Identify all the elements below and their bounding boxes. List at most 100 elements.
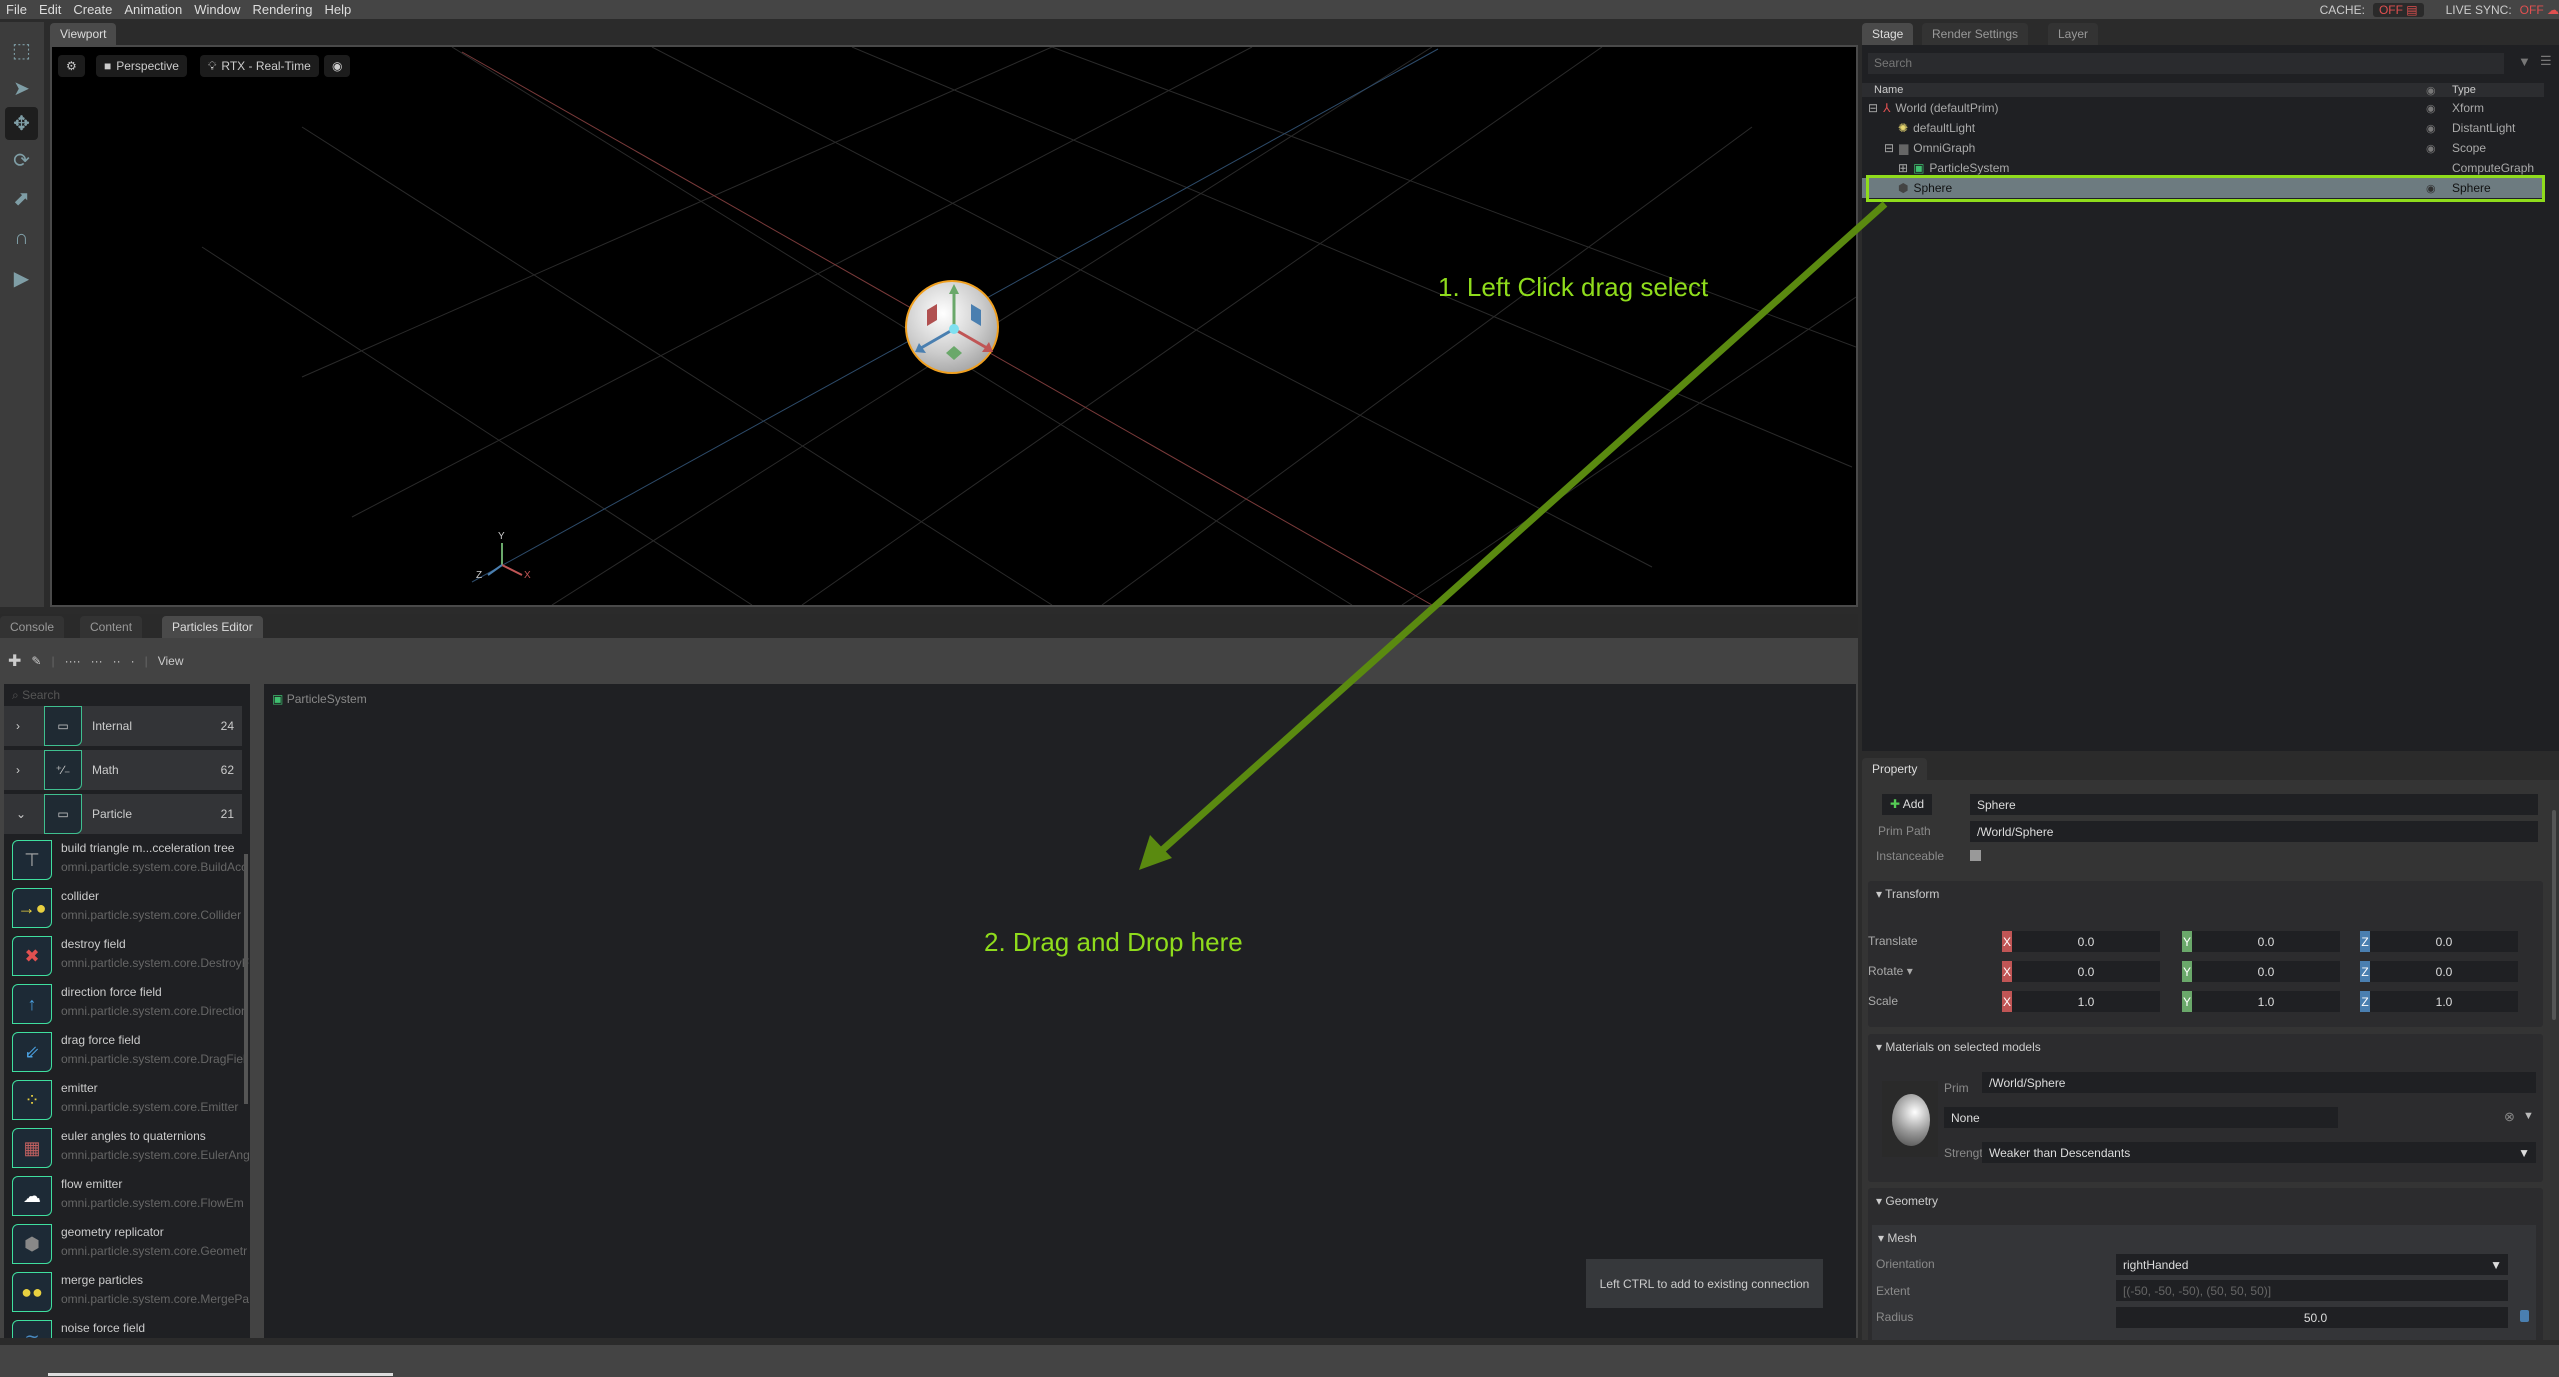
menu-window[interactable]: Window: [194, 2, 240, 17]
tab-particles-editor[interactable]: Particles Editor: [162, 616, 263, 638]
eye-icon[interactable]: ◉: [2426, 122, 2436, 135]
tab-property[interactable]: Property: [1862, 758, 1928, 780]
renderer-button[interactable]: 💡︎ RTX - Real-Time: [200, 55, 319, 77]
transform-z-field[interactable]: 0.0: [2370, 931, 2518, 952]
graph-canvas[interactable]: ▣ ParticleSystem 2. Drag and Drop here: [264, 684, 1856, 1338]
tab-stage[interactable]: Stage: [1862, 23, 1914, 45]
rotate-icon[interactable]: ⟳: [5, 144, 38, 177]
collapse-icon[interactable]: ⊟: [1884, 141, 1894, 155]
view-menu[interactable]: View: [158, 654, 184, 668]
eye-icon[interactable]: ◉: [2426, 102, 2436, 115]
radius-modified-indicator[interactable]: [2520, 1310, 2529, 1322]
tab-content[interactable]: Content: [80, 616, 143, 638]
strength-dropdown[interactable]: Weaker than Descendants ▼: [1982, 1142, 2536, 1163]
node-item[interactable]: →● collider omni.particle.system.core.Coll…: [8, 886, 246, 930]
prim-name-field[interactable]: Sphere: [1970, 794, 2538, 815]
materials-header[interactable]: ▾ Materials on selected models: [1876, 1040, 2041, 1054]
add-button[interactable]: ✚ Add: [1882, 794, 1933, 815]
library-search-input[interactable]: ⌕ Search: [12, 688, 60, 703]
menu-rendering[interactable]: Rendering: [252, 2, 312, 17]
node-item[interactable]: ●● merge particles omni.particle.system.co…: [8, 1270, 249, 1314]
menu-animation[interactable]: Animation: [124, 2, 182, 17]
layout-dots-icon[interactable]: ··: [113, 654, 121, 668]
transform-header[interactable]: ▾ Transform: [1876, 887, 1939, 901]
layout-dots-icon[interactable]: ···: [91, 654, 103, 668]
filter-icon[interactable]: ▼: [2518, 54, 2531, 69]
category-particle[interactable]: ⌄ ▭ Particle 21: [4, 794, 242, 834]
visibility-button[interactable]: ◉: [324, 55, 351, 77]
transform-z-field[interactable]: 1.0: [2370, 991, 2518, 1012]
transform-y-field[interactable]: 0.0: [2192, 961, 2340, 982]
node-item[interactable]: ≋noise force fieldomni.particle.system.c…: [8, 1318, 246, 1338]
orientation-value: rightHanded: [2123, 1257, 2189, 1272]
livesync-toggle[interactable]: OFF ☁: [2520, 3, 2559, 17]
menu-create[interactable]: Create: [73, 2, 112, 17]
node-item[interactable]: ✖ destroy field omni.particle.system.core.…: [8, 934, 249, 978]
library-scrollbar[interactable]: [244, 854, 248, 1104]
material-field[interactable]: None: [1944, 1107, 2338, 1128]
category-internal[interactable]: › ▭ Internal 24: [4, 706, 242, 746]
transform-x-field[interactable]: 0.0: [2012, 961, 2160, 982]
geometry-header[interactable]: ▾ Geometry: [1876, 1194, 1938, 1208]
tab-viewport[interactable]: Viewport: [50, 23, 117, 45]
bottom-tabbar: Console Content Particles Editor: [0, 614, 1858, 638]
move-icon[interactable]: ✥: [5, 107, 38, 140]
scale-icon[interactable]: ⬈: [5, 182, 38, 215]
add-icon[interactable]: ✚: [8, 651, 21, 671]
transform-x-field[interactable]: 1.0: [2012, 991, 2160, 1012]
expand-icon[interactable]: ⊞: [1898, 161, 1908, 175]
orientation-dropdown[interactable]: rightHanded ▼: [2116, 1254, 2508, 1275]
clear-material-icon[interactable]: ⊗: [2504, 1109, 2515, 1125]
noise-wave-icon: ≋: [12, 1320, 52, 1338]
node-item[interactable]: ⬢ geometry replicator omni.particle.system…: [8, 1222, 247, 1266]
instanceable-checkbox[interactable]: [1970, 850, 1981, 861]
select-arrow-icon[interactable]: ➤: [5, 72, 38, 105]
transform-y-field[interactable]: 0.0: [2192, 931, 2340, 952]
material-prim-field[interactable]: /World/Sphere: [1982, 1072, 2536, 1093]
materials-title: Materials on selected models: [1885, 1040, 2041, 1054]
tab-render-settings[interactable]: Render Settings: [1922, 23, 2029, 45]
material-dropdown-icon[interactable]: ▼: [2523, 1110, 2534, 1122]
collapse-icon[interactable]: ⊟: [1868, 101, 1878, 115]
stage-row-defaultlight[interactable]: ✺ defaultLight ◉ DistantLight: [1862, 118, 2544, 138]
property-scrollbar[interactable]: [2552, 810, 2556, 1020]
node-item[interactable]: ↑ direction force field omni.particle.syst…: [8, 982, 248, 1026]
layout-dots-icon[interactable]: ·: [131, 654, 135, 668]
menu-help[interactable]: Help: [324, 2, 351, 17]
viewport-settings-button[interactable]: ⚙: [58, 55, 85, 77]
stage-row-world[interactable]: ⊟ ⅄ World (defaultPrim) ◉ Xform: [1862, 98, 2544, 118]
prim-path-field[interactable]: /World/Sphere: [1970, 821, 2538, 842]
column-name: Name: [1874, 84, 1904, 96]
node-item[interactable]: ▦ euler angles to quaternions omni.particl…: [8, 1126, 250, 1170]
mesh-title: Mesh: [1887, 1231, 1917, 1245]
transform-gizmo[interactable]: [907, 282, 1001, 376]
viewport[interactable]: Y X Z ⚙ ■ Perspective 💡︎ RTX - Real-Time ◉…: [50, 45, 1858, 607]
transform-x-field[interactable]: 0.0: [2012, 931, 2160, 952]
tab-console[interactable]: Console: [0, 616, 65, 638]
radius-field[interactable]: 50.0: [2116, 1307, 2508, 1328]
eye-icon[interactable]: ◉: [2426, 142, 2436, 155]
frame-selection-icon[interactable]: ⬚: [5, 34, 38, 67]
node-name: drag force field: [61, 1033, 141, 1047]
menu-file[interactable]: File: [6, 2, 27, 17]
stage-row-omnigraph[interactable]: ⊟ ▆ OmniGraph ◉ Scope: [1862, 138, 2544, 158]
node-item[interactable]: ⊤ build triangle m...cceleration tree omni…: [8, 838, 247, 882]
transform-z-field[interactable]: 0.0: [2370, 961, 2518, 982]
mesh-header[interactable]: ▾ Mesh: [1878, 1231, 1917, 1245]
menu-edit[interactable]: Edit: [39, 2, 61, 17]
node-item[interactable]: ☁ flow emitter omni.particle.system.core.F…: [8, 1174, 246, 1218]
snap-magnet-icon[interactable]: ∩: [5, 222, 38, 255]
stage-search-input[interactable]: Search: [1868, 53, 2504, 74]
node-item[interactable]: ⁘ emitter omni.particle.system.core.Emitte…: [8, 1078, 246, 1122]
menu-icon[interactable]: ☰: [2540, 53, 2552, 69]
transform-y-field[interactable]: 1.0: [2192, 991, 2340, 1012]
sphere-object[interactable]: [905, 280, 999, 374]
play-icon[interactable]: ▶: [5, 262, 38, 295]
layout-dots-icon[interactable]: ····: [65, 654, 81, 668]
camera-button[interactable]: ■ Perspective: [96, 55, 187, 77]
category-math[interactable]: › ⁺∕₋ Math 62: [4, 750, 242, 790]
node-item[interactable]: ⇙ drag force field omni.particle.system.co…: [8, 1030, 246, 1074]
cache-toggle[interactable]: OFF ▤: [2372, 2, 2424, 17]
tab-layer[interactable]: Layer: [2048, 23, 2099, 45]
pencil-icon[interactable]: ✎: [31, 654, 41, 668]
